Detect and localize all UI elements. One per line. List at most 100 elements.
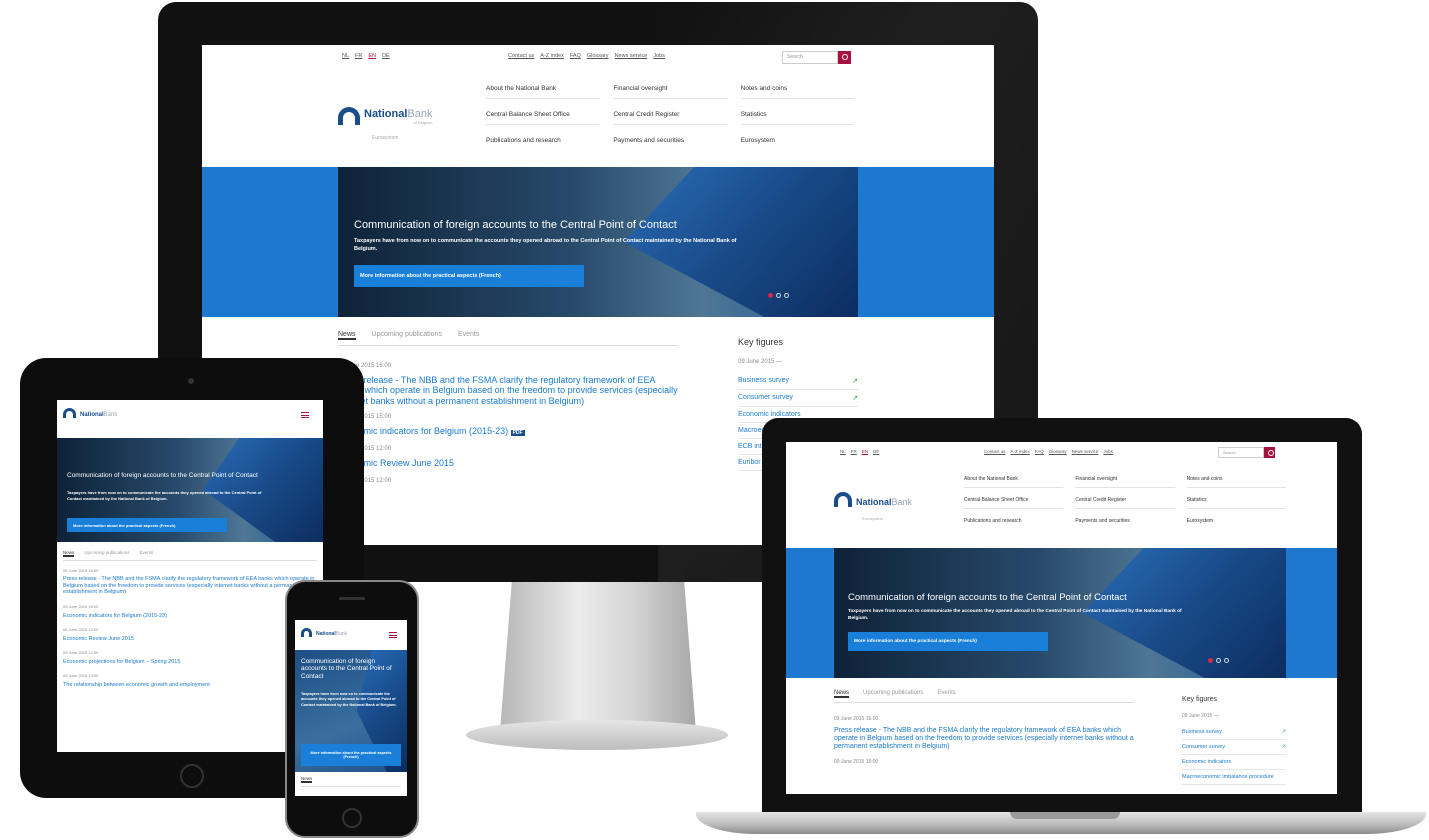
link-faq[interactable]: FAQ — [1035, 449, 1044, 454]
nav-eurosystem[interactable]: Eurosystem — [1187, 518, 1286, 524]
hero-title: Communication of foreign accounts to the… — [67, 472, 258, 479]
link-contact[interactable]: Contact us — [508, 53, 534, 59]
search-icon[interactable] — [838, 51, 851, 64]
logo-mark-icon — [301, 628, 312, 637]
news-title[interactable]: Press release - The NBB and the FSMA cla… — [338, 375, 678, 406]
logo[interactable]: NationalBank — [834, 492, 912, 507]
nav-credit-register[interactable]: Central Credit Register — [613, 111, 727, 125]
kf-item-macro-imbalance[interactable]: Macroeconomic imbalance procedure — [1182, 770, 1286, 785]
tab-events[interactable]: Events — [458, 331, 479, 340]
nav-statistics[interactable]: Statistics — [1186, 497, 1286, 509]
nav-statistics[interactable]: Statistics — [740, 111, 854, 125]
logo-name-light: Bank — [335, 631, 348, 637]
hero-cta-button[interactable]: More information about the practical asp… — [354, 265, 584, 287]
nav-payments[interactable]: Payments and securities — [613, 137, 726, 144]
tab-upcoming[interactable]: Upcoming publications — [863, 690, 923, 698]
top-utility-bar: NL FR EN DE — [840, 449, 884, 454]
link-az-index[interactable]: A-Z index — [540, 53, 564, 59]
lang-nl[interactable]: NL — [342, 53, 349, 59]
phone-screen: NationalBank Communication of foreign ac… — [295, 620, 407, 796]
lang-en[interactable]: EN — [368, 53, 376, 59]
nav-central-balance[interactable]: Central Balance Sheet Office — [486, 111, 600, 125]
hero-cta-button[interactable]: More information about the practical asp… — [67, 518, 227, 532]
news-title[interactable]: Economic projections for Belgium – Sprin… — [63, 659, 317, 665]
link-jobs[interactable]: Jobs — [1103, 449, 1113, 454]
kf-item-economic-indicators[interactable]: Economic indicators — [1182, 755, 1286, 770]
nav-credit-register[interactable]: Central Credit Register — [1075, 497, 1175, 509]
pdf-icon[interactable]: PDF — [510, 430, 525, 437]
link-jobs[interactable]: Jobs — [653, 53, 665, 59]
lang-fr[interactable]: FR — [851, 449, 857, 454]
logo-name-light: Bank — [103, 412, 118, 418]
news-title[interactable]: The relationship between economic growth… — [63, 682, 317, 688]
menu-icon[interactable] — [301, 412, 309, 418]
hero-cta-button[interactable]: More information about the practical asp… — [301, 744, 401, 766]
menu-icon[interactable] — [389, 632, 397, 638]
lang-de[interactable]: DE — [873, 449, 879, 454]
tab-events[interactable]: Events — [937, 690, 955, 698]
tablet-home-button[interactable] — [180, 764, 204, 788]
hero-carousel-dots[interactable] — [768, 293, 789, 298]
link-glossary[interactable]: Glossary — [587, 53, 609, 59]
news-list: 09 June 2015 16:00 Press release - The N… — [338, 363, 678, 484]
logo[interactable]: NationalBank of Belgium — [338, 107, 432, 125]
search-input[interactable]: Search — [782, 51, 838, 64]
nav-eurosystem[interactable]: Eurosystem — [741, 137, 854, 144]
news-title[interactable]: Economic Review June 2015 — [63, 636, 317, 642]
logo[interactable]: NationalBank — [63, 408, 117, 418]
nav-about[interactable]: About the National Bank — [964, 476, 1064, 488]
tab-upcoming[interactable]: Upcoming publications — [372, 331, 442, 340]
link-contact[interactable]: Contact us — [984, 449, 1006, 454]
nav-financial-oversight[interactable]: Financial oversight — [613, 85, 727, 99]
nav-notes-coins[interactable]: Notes and coins — [740, 85, 854, 99]
lang-fr[interactable]: FR — [355, 53, 362, 59]
nav-publications[interactable]: Publications and research — [486, 137, 599, 144]
key-figures-title: Key figures — [1182, 696, 1218, 703]
kf-item-business-survey[interactable]: Business survey ↗ — [738, 373, 858, 390]
kf-item-consumer-survey[interactable]: Consumer survey ↗ — [738, 390, 858, 407]
main-nav: About the National Bank Financial oversi… — [486, 85, 854, 144]
link-glossary[interactable]: Glossary — [1049, 449, 1067, 454]
tab-news[interactable]: News — [63, 550, 75, 557]
nav-payments[interactable]: Payments and securities — [1075, 518, 1174, 524]
tab-news[interactable]: News — [338, 331, 356, 340]
logo-name: National — [364, 108, 408, 120]
news-title[interactable]: Economic indicators for Belgium (2015-23… — [63, 613, 317, 619]
lang-nl[interactable]: NL — [840, 449, 846, 454]
link-news-service[interactable]: News service — [1072, 449, 1099, 454]
news-date: 09 June 2015 12:00 — [63, 626, 99, 632]
phone-home-button[interactable] — [342, 808, 362, 828]
search-input[interactable]: Search — [1218, 447, 1264, 458]
kf-item-business-survey[interactable]: Business survey ↗ — [1182, 725, 1286, 740]
tablet-camera — [188, 378, 194, 384]
news-title[interactable]: Economic Review June 2015 — [338, 458, 678, 468]
nav-about[interactable]: About the National Bank — [486, 85, 600, 99]
news-tabs: News — [301, 776, 401, 787]
logo[interactable]: NationalBank — [301, 628, 347, 637]
news-title[interactable]: Press release - The NBB and the FSMA cla… — [834, 727, 1134, 751]
news-list: 09 June 2015 16:00 Press release - The N… — [834, 716, 1134, 765]
nav-publications[interactable]: Publications and research — [964, 518, 1063, 524]
link-az-index[interactable]: A-Z index — [1011, 449, 1030, 454]
nav-notes-coins[interactable]: Notes and coins — [1186, 476, 1286, 488]
lang-de[interactable]: DE — [382, 53, 390, 59]
lang-en[interactable]: EN — [862, 449, 868, 454]
news-date: 09 June 2015 16:00 — [834, 716, 879, 722]
tab-upcoming[interactable]: Upcoming publications — [84, 550, 129, 557]
news-title[interactable]: Press release - The NBB and the FSMA cla… — [63, 576, 317, 596]
hero-cta-button[interactable]: More information about the practical asp… — [848, 632, 1048, 651]
link-news-service[interactable]: News service — [615, 53, 648, 59]
link-faq[interactable]: FAQ — [570, 53, 581, 59]
tab-news[interactable]: News — [301, 776, 313, 783]
tab-events[interactable]: Events — [140, 550, 154, 557]
kf-item-consumer-survey[interactable]: Consumer survey ↗ — [1182, 740, 1286, 755]
logo-sub: Eurosystem — [862, 516, 884, 521]
nav-central-balance[interactable]: Central Balance Sheet Office — [964, 497, 1064, 509]
tab-news[interactable]: News — [834, 690, 850, 698]
trend-up-icon: ↗ — [1281, 729, 1286, 735]
hero-carousel-dots[interactable] — [1208, 658, 1229, 663]
search-icon[interactable] — [1264, 447, 1275, 458]
news-date: 09 June 2015 15:00 — [338, 414, 392, 421]
top-utility-bar: NL FR EN DE — [342, 53, 396, 59]
nav-financial-oversight[interactable]: Financial oversight — [1075, 476, 1175, 488]
